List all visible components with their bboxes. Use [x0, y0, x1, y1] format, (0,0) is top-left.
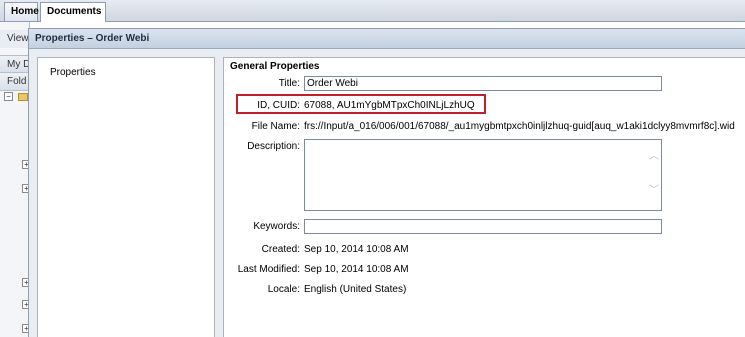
created-label: Created: — [261, 244, 300, 255]
properties-dialog: Properties – Order Webi Properties Gener… — [28, 28, 745, 337]
keywords-label: Keywords: — [253, 221, 300, 232]
title-label: Title: — [278, 78, 300, 89]
locale-label: Locale: — [267, 284, 300, 295]
top-tab-bar: Home Documents — [0, 0, 745, 22]
dialog-body: Properties General Properties Title: ID,… — [29, 49, 745, 337]
last-modified-label: Last Modified: — [237, 264, 300, 275]
file-name-value: frs://Input/a_016/006/001/67088/_au1mygb… — [304, 121, 735, 132]
nav-item-properties[interactable]: Properties — [50, 67, 96, 78]
id-cuid-value: 67088, AU1mYgbMTpxCh0INLjLzhUQ — [304, 100, 475, 111]
my-documents-header[interactable]: My D — [0, 55, 30, 73]
keywords-field[interactable] — [304, 219, 662, 234]
title-field[interactable] — [304, 76, 662, 91]
file-name-label: File Name: — [251, 121, 300, 132]
description-field[interactable]: ︿ ﹀ — [304, 139, 662, 211]
scroll-down-icon[interactable]: ﹀ — [649, 186, 659, 196]
dialog-title: Properties – Order Webi — [29, 29, 745, 49]
section-title: General Properties — [230, 61, 320, 72]
id-cuid-label: ID, CUID: — [257, 100, 300, 111]
description-label: Description: — [247, 141, 300, 152]
tab-home[interactable]: Home — [4, 2, 39, 21]
created-value: Sep 10, 2014 10:08 AM — [304, 244, 409, 255]
locale-value: English (United States) — [304, 284, 407, 295]
scroll-up-icon[interactable]: ︿ — [649, 152, 659, 162]
dialog-nav-panel: Properties — [37, 57, 215, 337]
folder-icon — [18, 93, 28, 101]
folders-header[interactable]: Fold — [0, 73, 30, 91]
tab-documents[interactable]: Documents — [40, 2, 106, 22]
view-menu[interactable]: View — [0, 30, 30, 48]
last-modified-value: Sep 10, 2014 10:08 AM — [304, 264, 409, 275]
tree-expand-icon[interactable]: − — [4, 92, 13, 101]
general-properties-panel: General Properties Title: ID, CUID: 6708… — [223, 57, 745, 337]
